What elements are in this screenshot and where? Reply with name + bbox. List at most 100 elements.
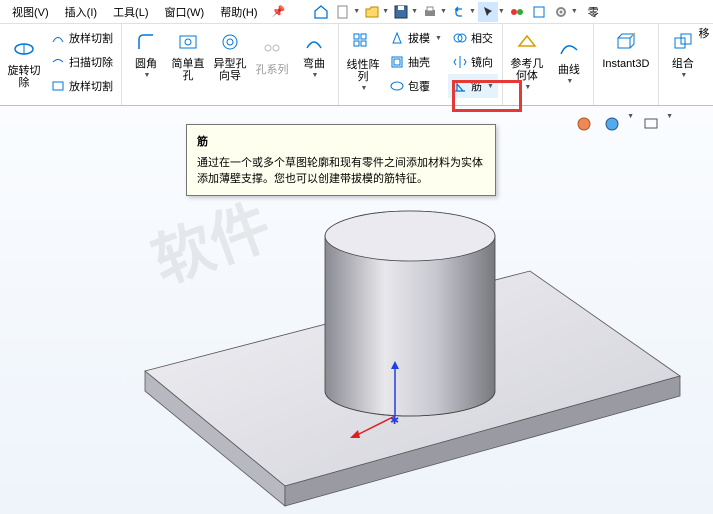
tool-label: 扫描切除 — [69, 54, 113, 70]
new-icon[interactable] — [333, 2, 353, 22]
tool-loft-cut[interactable]: 放样切割 — [46, 26, 117, 50]
tool-label: 曲线 — [558, 64, 580, 76]
tool-revolve-cut[interactable]: 旋转切除 — [4, 33, 44, 91]
save-icon[interactable] — [391, 2, 411, 22]
combine-icon — [669, 28, 697, 56]
home-icon[interactable] — [311, 2, 331, 22]
tool-label: 包覆 — [408, 78, 430, 94]
menu-insert[interactable]: 插入(I) — [57, 2, 105, 22]
appearance-icon[interactable] — [573, 113, 595, 135]
menu-view[interactable]: 视图(V) — [4, 2, 57, 22]
tool-instant3d[interactable]: Instant3D — [598, 26, 654, 72]
dropdown-icon[interactable]: ▼ — [498, 8, 505, 15]
open-icon[interactable] — [362, 2, 382, 22]
ribbon: 旋转切除 放样切割 扫描切除 放样切割 圆角▼ 简单直孔 异型孔向导 孔系列 弯… — [0, 24, 713, 106]
menu-window[interactable]: 窗口(W) — [157, 2, 213, 22]
tool-shell[interactable]: 抽壳 — [385, 50, 446, 74]
tool-intersect[interactable]: 相交 — [448, 26, 498, 50]
menu-more[interactable]: 零 — [580, 2, 607, 22]
instant3d-icon — [612, 28, 640, 56]
tool-label: 异型孔向导 — [212, 58, 248, 82]
scene-icon[interactable] — [601, 113, 623, 135]
ribbon-group-features: 圆角▼ 简单直孔 异型孔向导 孔系列 弯曲▼ — [122, 24, 339, 105]
tooltip-title: 筋 — [197, 133, 485, 149]
mirror-icon — [452, 54, 468, 70]
tooltip-body: 通过在一个或多个草图轮廓和现有零件之间添加材料为实体添加薄壁支撑。您也可以创建带… — [197, 155, 485, 187]
hole-icon — [174, 28, 202, 56]
tool-label: 线性阵列 — [345, 59, 381, 83]
dropdown-icon: ▼ — [680, 70, 687, 82]
tool-boundary-cut[interactable]: 放样切割 — [46, 74, 117, 98]
tool-label: 放样切割 — [69, 78, 113, 94]
dropdown-icon[interactable]: ▼ — [411, 8, 418, 15]
tool-label: 拔模 — [408, 30, 430, 46]
svg-text:✱: ✱ — [390, 415, 399, 427]
dropdown-icon[interactable]: ▼ — [382, 8, 389, 15]
menu-bar: 视图(V) 插入(I) 工具(L) 窗口(W) 帮助(H) 📌 ▼ ▼ ▼ ▼ … — [0, 0, 713, 24]
tool-label: 弯曲 — [303, 58, 325, 70]
settings-icon[interactable] — [551, 2, 571, 22]
curves-icon — [555, 34, 583, 62]
fillet-icon — [132, 28, 160, 56]
display-icon[interactable] — [640, 113, 662, 135]
pin-icon[interactable]: 📌 — [266, 5, 292, 18]
highlight-rib — [452, 80, 522, 112]
wrap-icon — [389, 78, 405, 94]
tool-fillet[interactable]: 圆角▼ — [126, 26, 166, 84]
menu-help[interactable]: 帮助(H) — [212, 2, 265, 22]
tool-more[interactable]: 移 — [697, 26, 711, 42]
dropdown-icon[interactable]: ▼ — [440, 8, 447, 15]
dropdown-icon: ▼ — [361, 83, 368, 95]
tool-hole-series: 孔系列 — [252, 32, 292, 78]
dropdown-icon[interactable]: ▼ — [353, 8, 360, 15]
intersect-icon — [452, 30, 468, 46]
tool-flex[interactable]: 弯曲▼ — [294, 26, 334, 84]
select-icon[interactable] — [478, 2, 498, 22]
tool-label: 放样切割 — [69, 30, 113, 46]
draft-icon — [389, 30, 405, 46]
tool-label: 镜向 — [471, 54, 493, 70]
tool-sweep-cut[interactable]: 扫描切除 — [46, 50, 117, 74]
tool-label: 抽壳 — [408, 54, 430, 70]
tool-hole-wizard[interactable]: 异型孔向导 — [210, 26, 250, 84]
pattern-icon — [349, 29, 377, 57]
undo-icon[interactable] — [449, 2, 469, 22]
tool-label: 圆角 — [135, 58, 157, 70]
tool-wrap[interactable]: 包覆 — [385, 74, 446, 98]
dropdown-icon: ▼ — [144, 70, 151, 82]
ribbon-group-combine: 组合▼ 移 — [659, 24, 707, 105]
dropdown-icon: ▼ — [435, 35, 442, 42]
tool-label: 简单直孔 — [170, 58, 206, 82]
dropdown-icon[interactable]: ▼ — [627, 113, 634, 135]
rebuild-icon[interactable] — [507, 2, 527, 22]
tool-curves[interactable]: 曲线▼ — [549, 32, 589, 90]
sweep-cut-icon — [50, 54, 66, 70]
menu-tools[interactable]: 工具(L) — [105, 2, 156, 22]
tool-label: 组合 — [672, 58, 694, 70]
tool-label: 相交 — [471, 30, 493, 46]
tool-label: 旋转切除 — [6, 65, 42, 89]
tool-simple-hole[interactable]: 简单直孔 — [168, 26, 208, 84]
loft-cut-icon — [50, 30, 66, 46]
ref-geom-icon — [513, 28, 541, 56]
tool-label: 移 — [699, 28, 710, 40]
boundary-cut-icon — [50, 78, 66, 94]
tool-label: 参考几何体 — [509, 58, 545, 82]
dropdown-icon[interactable]: ▼ — [469, 8, 476, 15]
tooltip-rib: 筋 通过在一个或多个草图轮廓和现有零件之间添加材料为实体添加薄壁支撑。您也可以创… — [186, 124, 496, 196]
dropdown-icon: ▼ — [566, 76, 573, 88]
dropdown-icon[interactable]: ▼ — [666, 113, 673, 135]
print-icon[interactable] — [420, 2, 440, 22]
revolve-cut-icon — [10, 35, 38, 63]
shell-icon — [389, 54, 405, 70]
hole-wizard-icon — [216, 28, 244, 56]
tool-label: 孔系列 — [256, 64, 289, 76]
hole-series-icon — [258, 34, 286, 62]
options-icon[interactable] — [529, 2, 549, 22]
tool-draft[interactable]: 拔模 ▼ — [385, 26, 446, 50]
dropdown-icon: ▼ — [524, 82, 531, 94]
tool-mirror[interactable]: 镜向 — [448, 50, 498, 74]
flex-icon — [300, 28, 328, 56]
tool-linear-pattern[interactable]: 线性阵列▼ — [343, 27, 383, 97]
dropdown-icon[interactable]: ▼ — [571, 8, 578, 15]
